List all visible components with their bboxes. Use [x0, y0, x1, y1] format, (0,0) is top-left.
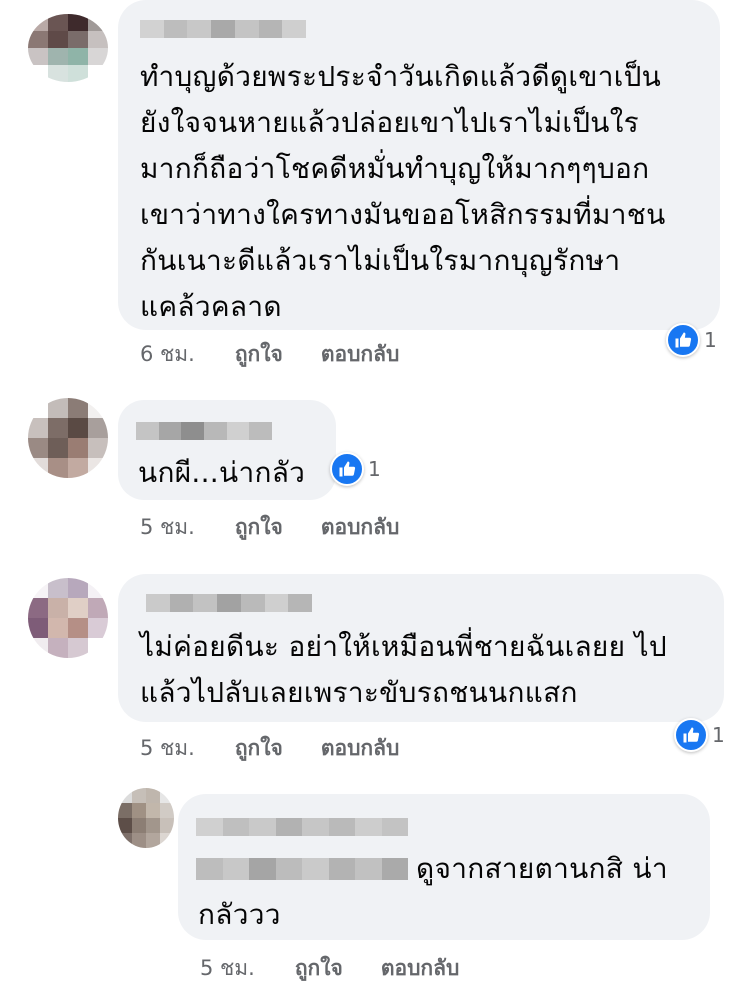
commenter-name[interactable] — [196, 818, 408, 836]
thumbs-up-icon — [330, 452, 364, 486]
commenter-name[interactable] — [136, 422, 273, 440]
comment-actions: 5 ชม. ถูกใจ ตอบกลับ — [200, 952, 459, 985]
reaction-count: 1 — [368, 457, 381, 481]
like-link[interactable]: ถูกใจ — [235, 732, 283, 765]
comment-text: ไม่ค่อยดีนะ อย่าให้เหมือนพี่ชายฉันเลยย ไ… — [140, 630, 667, 709]
comment-text-continued: กลัววว — [198, 898, 281, 931]
avatar[interactable] — [28, 398, 108, 478]
commenter-name[interactable] — [146, 594, 313, 612]
comment-text: นกผี...น่ากลัว — [138, 456, 306, 489]
reaction-badge[interactable]: 1 — [674, 718, 725, 752]
reply-link[interactable]: ตอบกลับ — [381, 952, 460, 985]
avatar[interactable] — [28, 14, 108, 82]
comments-feed: ทำบุญด้วยพระประจำวันเกิดแล้วดีดูเขาเป็น … — [0, 0, 750, 1000]
reaction-count: 1 — [704, 328, 717, 352]
reaction-badge[interactable]: 1 — [330, 452, 381, 486]
comment-time[interactable]: 5 ชม. — [140, 732, 195, 765]
like-link[interactable]: ถูกใจ — [235, 511, 283, 544]
comment-text: ทำบุญด้วยพระประจำวันเกิดแล้วดีดูเขาเป็น … — [140, 60, 666, 323]
comment-actions: 5 ชม. ถูกใจ ตอบกลับ — [140, 511, 399, 544]
mentioned-name[interactable] — [196, 858, 408, 880]
avatar[interactable] — [28, 578, 108, 658]
avatar[interactable] — [118, 788, 174, 848]
reaction-badge[interactable]: 1 — [666, 323, 717, 357]
comment-time[interactable]: 5 ชม. — [140, 511, 195, 544]
comment-time[interactable]: 6 ชม. — [140, 338, 195, 371]
reply-link[interactable]: ตอบกลับ — [321, 338, 400, 371]
like-link[interactable]: ถูกใจ — [235, 338, 283, 371]
reply-link[interactable]: ตอบกลับ — [321, 732, 400, 765]
like-link[interactable]: ถูกใจ — [295, 952, 343, 985]
comment-actions: 5 ชม. ถูกใจ ตอบกลับ — [140, 732, 399, 765]
reaction-count: 1 — [712, 723, 725, 747]
comment-text: ดูจากสายตานกสิ น่า — [416, 852, 668, 885]
thumbs-up-icon — [674, 718, 708, 752]
reply-link[interactable]: ตอบกลับ — [321, 511, 400, 544]
commenter-name[interactable] — [140, 20, 307, 38]
thumbs-up-icon — [666, 323, 700, 357]
comment-time[interactable]: 5 ชม. — [200, 952, 255, 985]
comment-actions: 6 ชม. ถูกใจ ตอบกลับ — [140, 338, 399, 371]
